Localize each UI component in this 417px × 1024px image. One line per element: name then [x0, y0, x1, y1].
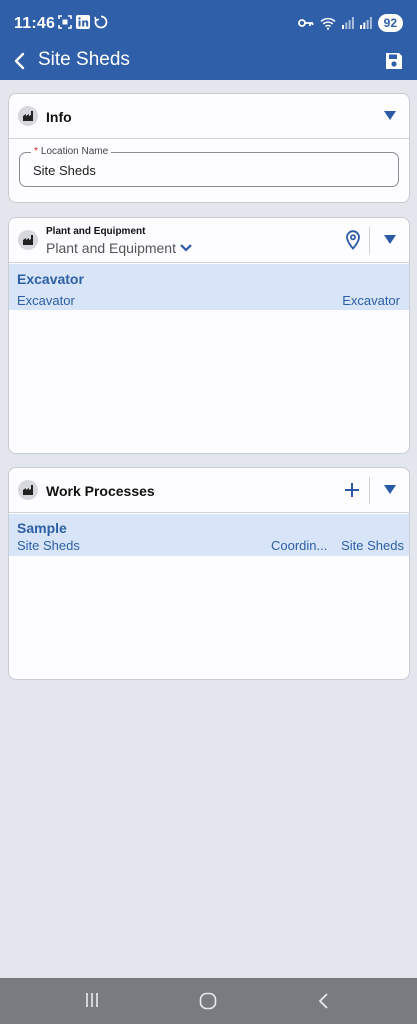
signal-icon-1 [341, 17, 354, 29]
system-nav-bar [0, 978, 417, 1024]
list-item-title: Excavator [17, 271, 84, 287]
key-icon [297, 19, 314, 27]
plant-equipment-card: Plant and Equipment Plant and Equipment … [8, 217, 410, 454]
header-divider [369, 477, 370, 504]
list-item-left: Site Sheds [17, 538, 80, 553]
back-arrow-icon[interactable] [10, 50, 32, 72]
work-processes-card: Work Processes Sample Site Sheds Coordin… [8, 467, 410, 680]
location-name-label-text: Location Name [40, 146, 109, 157]
list-item[interactable]: Sample Site Sheds Coordin... Site Sheds [9, 514, 409, 556]
home-icon[interactable] [199, 992, 217, 1010]
list-item-title: Sample [17, 520, 67, 536]
status-time: 11:46 [14, 15, 56, 32]
list-item-middle: Coordin... [271, 538, 328, 553]
plant-equipment-header: Plant and Equipment Plant and Equipment [9, 218, 409, 263]
battery-indicator: 92 [377, 14, 403, 32]
required-marker: * [34, 146, 38, 157]
plant-equipment-label: Plant and Equipment [46, 226, 146, 237]
status-bar: 11:46 92 [0, 0, 417, 44]
status-notification-icons [58, 15, 108, 29]
screenshot-icon [58, 15, 72, 29]
info-card-header[interactable]: Info [9, 94, 409, 139]
wifi-icon [320, 17, 336, 30]
factory-icon [18, 230, 38, 250]
info-card-title: Info [46, 109, 72, 125]
recent-apps-icon[interactable] [84, 992, 100, 1008]
work-processes-title: Work Processes [46, 483, 155, 499]
status-system-icons: 92 [297, 14, 403, 32]
plus-icon[interactable] [343, 481, 361, 499]
list-item[interactable]: Excavator Excavator Excavator [9, 264, 409, 310]
factory-icon [18, 106, 38, 126]
location-name-label: * Location Name [31, 146, 112, 157]
chevron-down-icon [180, 244, 192, 252]
expand-triangle-icon[interactable] [384, 111, 396, 120]
location-name-input[interactable]: Site Sheds [33, 163, 96, 178]
save-icon[interactable] [383, 50, 405, 72]
factory-icon [18, 480, 38, 500]
location-name-field[interactable]: * Location Name Site Sheds [19, 146, 399, 187]
signal-icon-2 [359, 17, 372, 29]
page-title: Site Sheds [38, 49, 130, 70]
expand-triangle-icon[interactable] [384, 485, 396, 494]
list-item-left: Excavator [17, 293, 75, 308]
location-pin-icon[interactable] [345, 230, 361, 250]
linkedin-icon [76, 15, 90, 29]
list-item-right: Site Sheds [341, 538, 404, 553]
sync-icon [94, 15, 108, 29]
plant-equipment-dropdown[interactable]: Plant and Equipment [46, 240, 193, 256]
info-card: Info * Location Name Site Sheds [8, 93, 410, 203]
work-processes-header: Work Processes [9, 468, 409, 513]
expand-triangle-icon[interactable] [384, 235, 396, 244]
app-bar: Site Sheds [0, 44, 417, 80]
plant-equipment-dropdown-value: Plant and Equipment [46, 240, 176, 256]
header-divider [369, 227, 370, 254]
list-item-right: Excavator [342, 293, 400, 308]
back-nav-icon[interactable] [316, 992, 332, 1010]
